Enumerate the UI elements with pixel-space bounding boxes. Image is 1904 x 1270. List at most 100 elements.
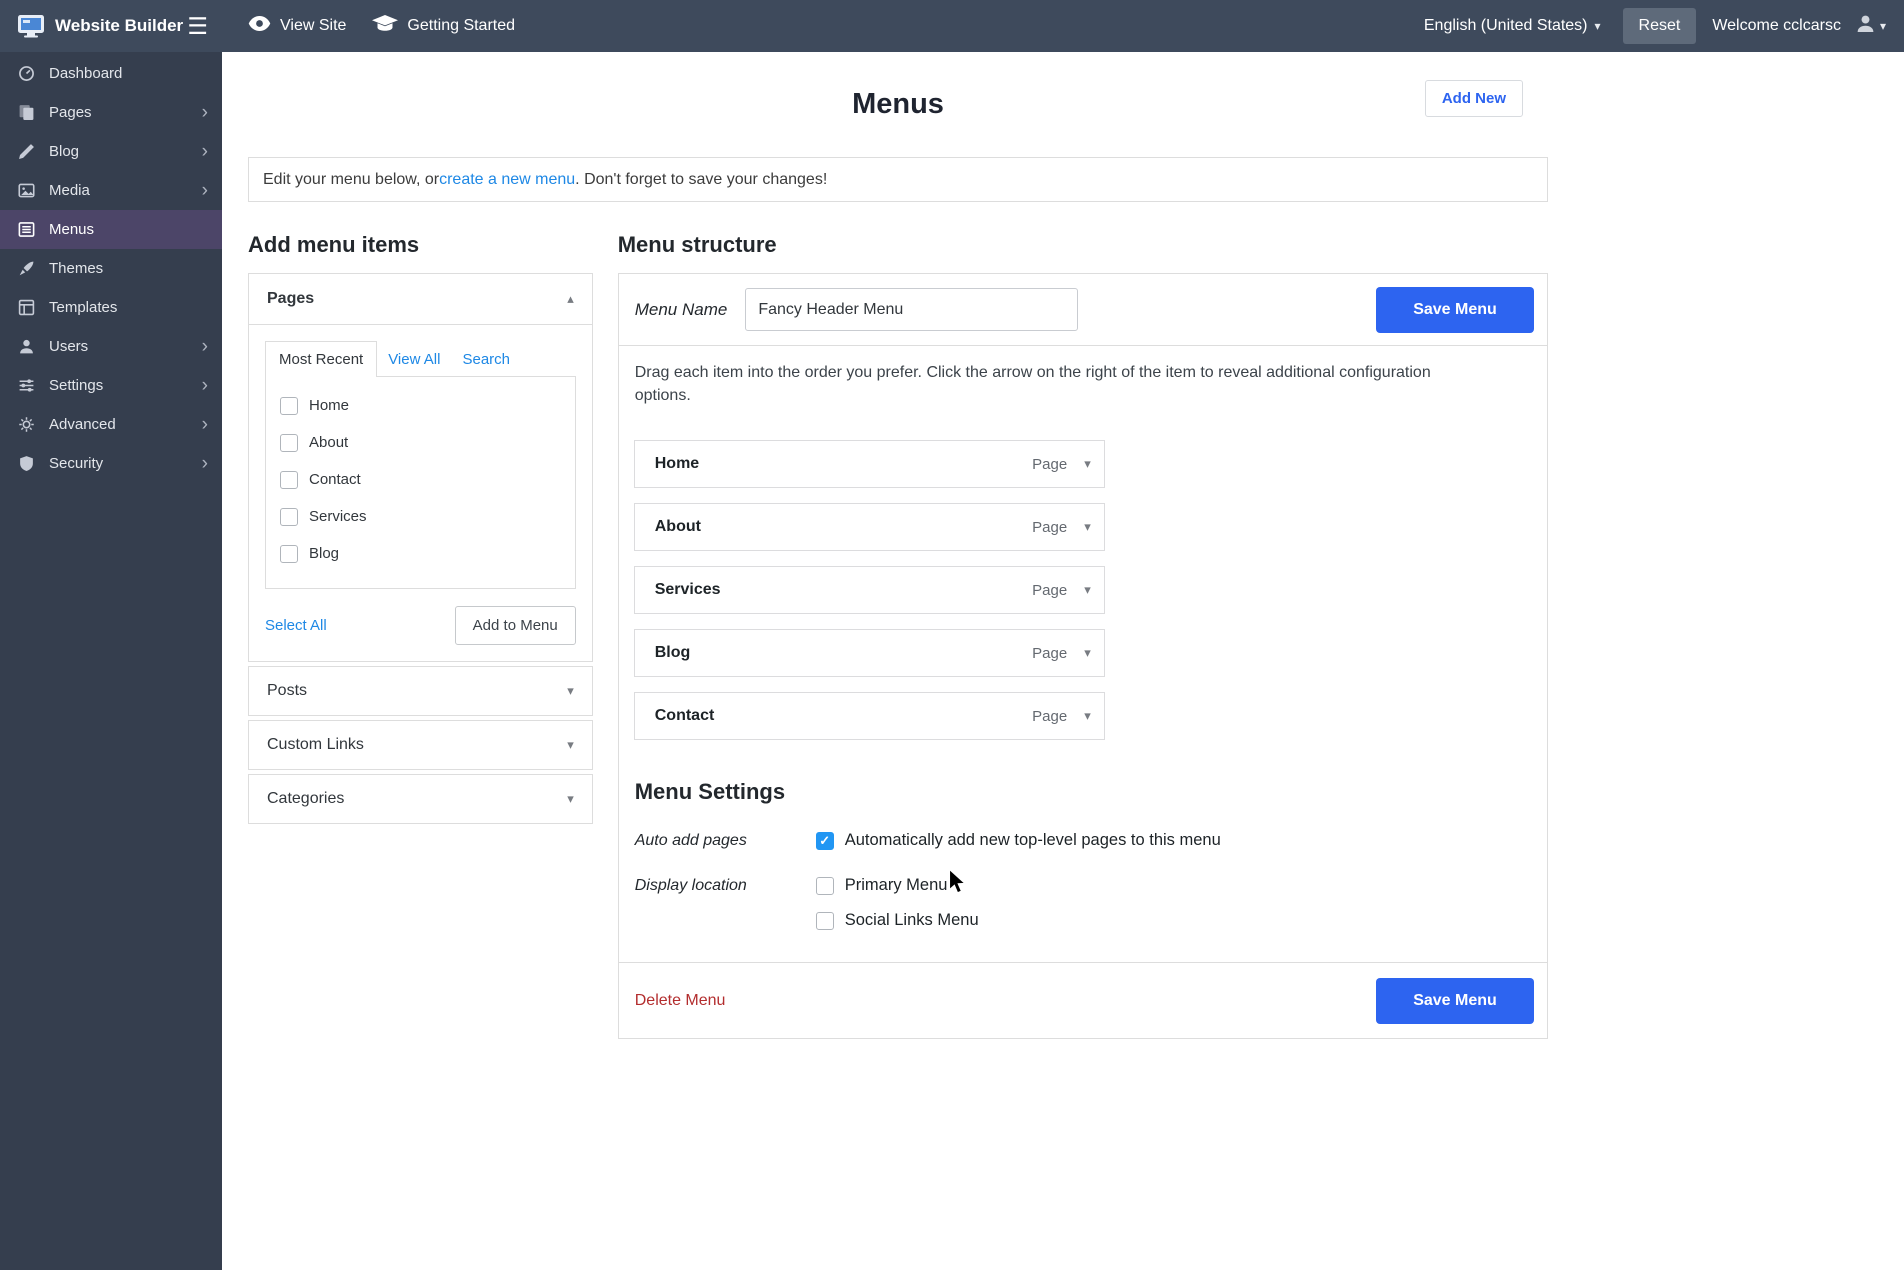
reset-button[interactable]: Reset	[1623, 8, 1697, 44]
sidebar-item-label: Blog	[49, 143, 79, 160]
add-menu-items-heading: Add menu items	[248, 232, 593, 258]
checkbox-home[interactable]	[280, 397, 298, 415]
save-menu-button-bottom[interactable]: Save Menu	[1376, 978, 1534, 1024]
checkbox-contact[interactable]	[280, 471, 298, 489]
sidebar-item-advanced[interactable]: Advanced ›	[0, 405, 222, 444]
checkbox-label: About	[309, 434, 348, 451]
tab-search[interactable]: Search	[451, 342, 521, 377]
view-site-link[interactable]: View Site	[248, 16, 346, 36]
categories-panel-header[interactable]: Categories ▾	[249, 775, 592, 823]
sidebar-item-label: Users	[49, 338, 88, 355]
sidebar-item-templates[interactable]: Templates	[0, 288, 222, 327]
menu-item-type: Page	[1032, 708, 1067, 725]
menu-item-row-blog[interactable]: Blog Page ▾	[634, 629, 1105, 677]
dashboard-icon	[18, 65, 35, 82]
website-builder-app: Website Builder ☰ View Site Getting Star…	[0, 0, 1904, 1270]
chevron-right-icon: ›	[202, 142, 208, 161]
menu-item-row-contact[interactable]: Contact Page ▾	[634, 692, 1105, 740]
chevron-right-icon: ›	[202, 181, 208, 200]
expand-arrow-icon[interactable]: ▾	[1084, 645, 1091, 661]
menu-name-label: Menu Name	[635, 300, 728, 320]
chevron-right-icon: ›	[202, 103, 208, 122]
checkbox-label: Home	[309, 397, 349, 414]
menu-settings-block: Menu Settings Auto add pages Automatical…	[619, 755, 1547, 930]
expand-arrow-icon[interactable]: ▾	[1084, 582, 1091, 598]
pages-panel-title: Pages	[267, 290, 314, 308]
pages-tabs: Most Recent View All Search	[265, 341, 576, 377]
posts-panel-header[interactable]: Posts ▾	[249, 667, 592, 715]
sidebar-item-security[interactable]: Security ›	[0, 444, 222, 483]
sidebar-item-label: Dashboard	[49, 65, 122, 82]
notice-banner: Edit your menu below, or create a new me…	[248, 157, 1548, 202]
categories-panel-title: Categories	[267, 790, 344, 808]
sidebar-item-label: Security	[49, 455, 103, 472]
sidebar-item-media[interactable]: Media ›	[0, 171, 222, 210]
chevron-down-icon: ▾	[1880, 19, 1886, 33]
checkbox-primary-menu[interactable]	[816, 877, 834, 895]
checkbox-auto-add-pages[interactable]	[816, 832, 834, 850]
chevron-down-icon: ▾	[567, 791, 574, 807]
posts-panel-title: Posts	[267, 682, 307, 700]
sidebar-item-label: Media	[49, 182, 90, 199]
main-content: Menus Add New Edit your menu below, or c…	[222, 52, 1904, 1270]
sidebar: Dashboard Pages › Blog › Media ›	[0, 52, 222, 1270]
social-links-menu-label: Social Links Menu	[845, 911, 979, 930]
select-all-link[interactable]: Select All	[265, 617, 327, 634]
language-selector[interactable]: English (United States) ▾	[1424, 17, 1601, 35]
menu-structure-heading: Menu structure	[618, 232, 1548, 258]
menu-structure-column: Menu structure Menu Name Save Menu Drag …	[618, 232, 1548, 1039]
pages-checkbox-list: Home About Contact	[265, 376, 576, 589]
tab-view-all[interactable]: View All	[377, 342, 451, 377]
chevron-right-icon: ›	[202, 376, 208, 395]
eye-icon	[248, 16, 271, 36]
hamburger-menu-icon[interactable]: ☰	[187, 13, 208, 40]
sidebar-item-pages[interactable]: Pages ›	[0, 93, 222, 132]
topbar-right: English (United States) ▾ Reset Welcome …	[1424, 8, 1886, 44]
checkbox-social-links-menu[interactable]	[816, 912, 834, 930]
checkbox-label: Contact	[309, 471, 361, 488]
primary-menu-option: Primary Menu	[816, 876, 979, 895]
list-item: Home	[266, 387, 575, 424]
user-account-menu[interactable]: ▾	[1855, 13, 1886, 39]
chevron-down-icon: ▾	[1595, 19, 1601, 33]
sidebar-item-settings[interactable]: Settings ›	[0, 366, 222, 405]
checkbox-about[interactable]	[280, 434, 298, 452]
sidebar-item-dashboard[interactable]: Dashboard	[0, 54, 222, 93]
menu-item-row-home[interactable]: Home Page ▾	[634, 440, 1105, 488]
add-to-menu-button[interactable]: Add to Menu	[455, 606, 576, 645]
sidebar-item-label: Themes	[49, 260, 103, 277]
menu-item-row-services[interactable]: Services Page ▾	[634, 566, 1105, 614]
sidebar-item-users[interactable]: Users ›	[0, 327, 222, 366]
page-title: Menus	[248, 52, 1548, 121]
list-item: About	[266, 424, 575, 461]
save-menu-button-top[interactable]: Save Menu	[1376, 287, 1534, 333]
tab-most-recent[interactable]: Most Recent	[265, 341, 377, 377]
checkbox-blog[interactable]	[280, 545, 298, 563]
sidebar-item-blog[interactable]: Blog ›	[0, 132, 222, 171]
menu-item-type: Page	[1032, 582, 1067, 599]
expand-arrow-icon[interactable]: ▾	[1084, 708, 1091, 724]
create-new-menu-link[interactable]: create a new menu	[439, 171, 575, 189]
getting-started-link[interactable]: Getting Started	[372, 15, 515, 37]
custom-links-panel-header[interactable]: Custom Links ▾	[249, 721, 592, 769]
expand-arrow-icon[interactable]: ▾	[1084, 456, 1091, 472]
user-icon	[1855, 13, 1876, 39]
posts-panel: Posts ▾	[248, 666, 593, 716]
menu-item-type: Page	[1032, 456, 1067, 473]
menu-name-input[interactable]	[745, 288, 1078, 331]
auto-add-option-label: Automatically add new top-level pages to…	[845, 831, 1221, 850]
auto-add-pages-row: Auto add pages Automatically add new top…	[635, 831, 1531, 850]
view-site-label: View Site	[280, 17, 346, 35]
custom-links-panel-title: Custom Links	[267, 736, 364, 754]
expand-arrow-icon[interactable]: ▾	[1084, 519, 1091, 535]
chevron-right-icon: ›	[202, 415, 208, 434]
menu-item-label: Home	[655, 455, 699, 473]
sidebar-item-menus[interactable]: Menus	[0, 210, 222, 249]
sidebar-item-themes[interactable]: Themes	[0, 249, 222, 288]
pages-panel-header[interactable]: Pages ▴	[249, 274, 592, 325]
delete-menu-link[interactable]: Delete Menu	[635, 992, 726, 1010]
checkbox-services[interactable]	[280, 508, 298, 526]
add-new-button[interactable]: Add New	[1425, 80, 1523, 117]
menu-item-row-about[interactable]: About Page ▾	[634, 503, 1105, 551]
chevron-up-icon: ▴	[567, 291, 574, 307]
